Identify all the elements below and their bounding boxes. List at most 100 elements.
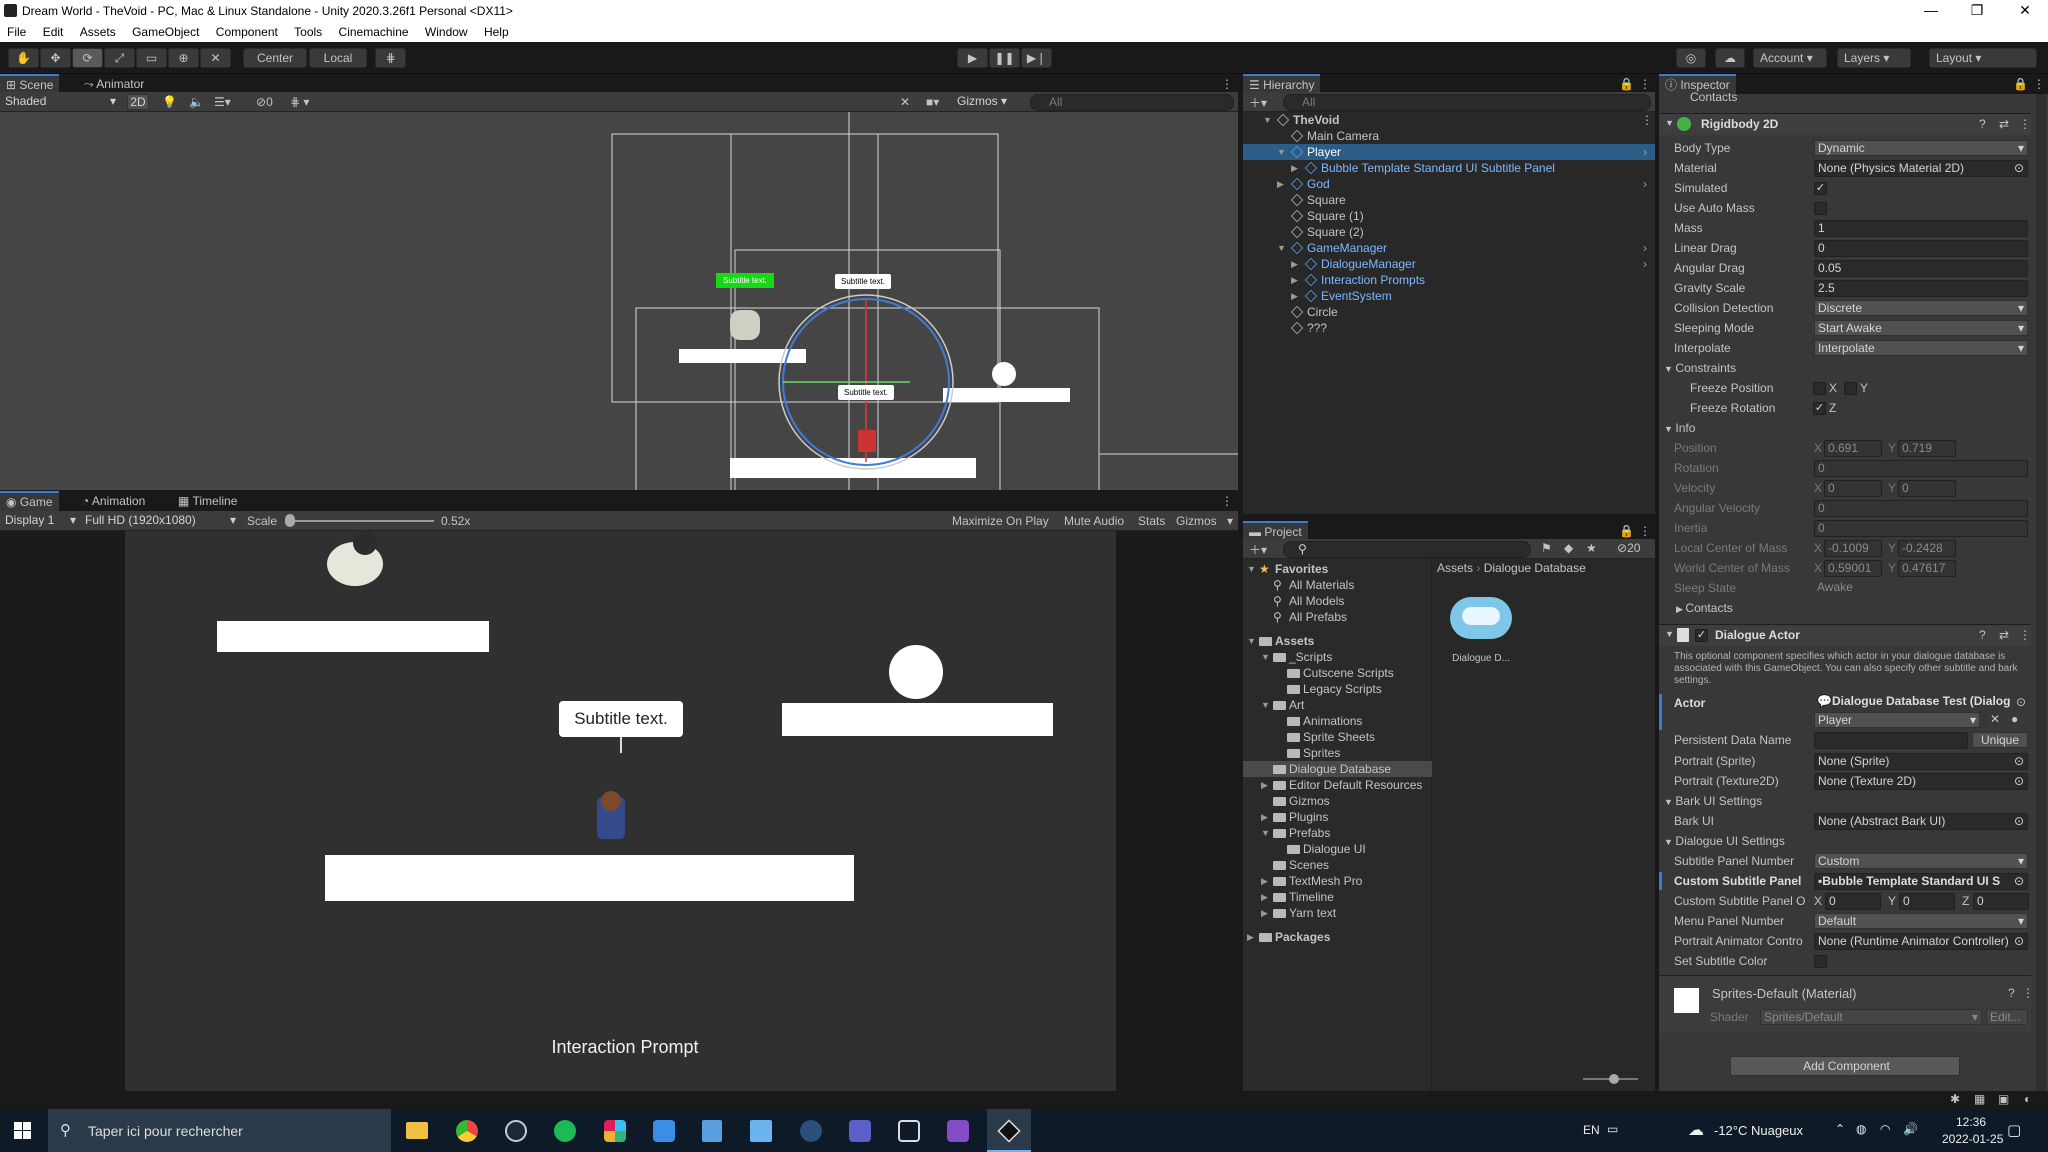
project-tree-item[interactable]: ▶ Plugins: [1243, 809, 1432, 825]
breadcrumb-dialogue-database[interactable]: Dialogue Database: [1484, 561, 1586, 575]
spotify-icon[interactable]: [554, 1120, 576, 1142]
display-dropdown[interactable]: Display 1 ▾: [2, 513, 78, 529]
foldout-expanded-icon[interactable]: ▼: [1263, 112, 1275, 128]
project-menu-icon[interactable]: ⋮: [1633, 521, 1657, 541]
slack-icon[interactable]: [604, 1120, 626, 1142]
weather-text[interactable]: -12°C Nuageux: [1714, 1123, 1803, 1138]
project-search-input[interactable]: ⚲: [1283, 541, 1531, 558]
pivot-local-button[interactable]: Local: [309, 48, 367, 68]
project-tree-item[interactable]: ▼ Assets: [1243, 633, 1432, 649]
actor-clear-icon[interactable]: ✕: [1990, 712, 2000, 726]
preset-icon[interactable]: ⇄: [1999, 628, 2009, 642]
effects-icon[interactable]: ☰▾: [214, 95, 231, 109]
notifications-icon[interactable]: ▢: [2007, 1121, 2021, 1139]
hierarchy-item[interactable]: ▶ Bubble Template Standard UI Subtitle Pa…: [1243, 160, 1655, 176]
project-tree-item[interactable]: Dialogue Database: [1243, 761, 1432, 777]
volume-icon[interactable]: 🔊: [1903, 1122, 1918, 1136]
hierarchy-item[interactable]: Square (2): [1243, 224, 1655, 240]
object-picker-icon[interactable]: ⊙: [2016, 695, 2026, 709]
persistent-data-name-input[interactable]: [1814, 732, 1968, 749]
menu-edit[interactable]: Edit: [30, 22, 64, 39]
stats-button[interactable]: Stats: [1138, 514, 1165, 528]
hierarchy-item[interactable]: ▶ DialogueManager ›: [1243, 256, 1655, 272]
favorite-star-icon[interactable]: ★: [1586, 541, 1597, 555]
steam-icon[interactable]: [505, 1120, 527, 1142]
visual-studio-icon[interactable]: [947, 1120, 969, 1142]
camera-icon[interactable]: ■▾: [926, 95, 939, 109]
foldout-collapsed-icon[interactable]: ▶: [1291, 288, 1303, 304]
scene-viewport[interactable]: Subtitle text. Subtitle text. Subtitle t…: [0, 112, 1238, 490]
foldout-expanded-icon[interactable]: ▼: [1277, 240, 1289, 256]
resolution-dropdown[interactable]: Full HD (1920x1080) ▾: [82, 513, 238, 529]
scene-menu-icon[interactable]: ⋮: [1215, 74, 1239, 94]
hierarchy-item[interactable]: Main Camera: [1243, 128, 1655, 144]
rect-tool-button[interactable]: ▭: [136, 48, 167, 68]
foldout-expanded-icon[interactable]: ▼: [1247, 561, 1259, 577]
custom-subtitle-panel-field[interactable]: ▪Bubble Template Standard UI S ⊙: [1814, 873, 2028, 890]
rigidbody-dropdown[interactable]: Discrete ▾: [1814, 300, 2028, 316]
rigidbody-checkbox[interactable]: [1814, 202, 1827, 215]
hidden-objects-icon[interactable]: ⊘0: [256, 95, 273, 109]
grid-toggle-icon[interactable]: ⋕ ▾: [290, 95, 309, 109]
steam-taskbar-icon[interactable]: [800, 1120, 822, 1142]
collab-button[interactable]: ◎: [1676, 48, 1706, 68]
hierarchy-search-input[interactable]: All: [1283, 94, 1651, 111]
hierarchy-item[interactable]: ▶ EventSystem: [1243, 288, 1655, 304]
project-tree-item[interactable]: ⚲ All Prefabs: [1243, 609, 1432, 625]
object-picker-icon[interactable]: ⊙: [2014, 754, 2024, 769]
menu-tools[interactable]: Tools: [281, 22, 322, 39]
rigidbody-dropdown[interactable]: Dynamic ▾: [1814, 140, 2028, 156]
toggle-2d-button[interactable]: 2D: [127, 94, 149, 110]
portrait-sprite-field[interactable]: None (Sprite) ⊙: [1814, 753, 2028, 770]
object-picker-icon[interactable]: ⊙: [2014, 814, 2024, 829]
add-object-button[interactable]: ＋▾: [1249, 94, 1267, 111]
dialogue-actor-header[interactable]: ▼ ✓ Dialogue Actor ? ⇄ ⋮: [1659, 624, 2031, 646]
rotate-tool-button[interactable]: ⟳: [72, 48, 103, 68]
rigidbody-number-input[interactable]: 1: [1814, 220, 2028, 237]
hidden-packages-icon[interactable]: ⊘20: [1617, 541, 1640, 555]
network-icon[interactable]: ▣: [1998, 1092, 2009, 1106]
account-dropdown[interactable]: Account ▾: [1753, 48, 1827, 68]
shader-edit-button[interactable]: Edit...: [1986, 1009, 2028, 1025]
clock-date[interactable]: 2022-01-25: [1942, 1132, 2003, 1146]
hierarchy-item[interactable]: Circle: [1243, 304, 1655, 320]
foldout-expanded-icon[interactable]: ▼: [1277, 144, 1289, 160]
rigidbody-dropdown[interactable]: Interpolate ▾: [1814, 340, 2028, 356]
object-picker-icon[interactable]: ⊙: [2014, 934, 2024, 949]
foldout-expanded-icon[interactable]: ▼: [1261, 697, 1273, 713]
foldout-collapsed-icon[interactable]: ▶: [1261, 905, 1273, 921]
weather-cloud-icon[interactable]: ☁: [1688, 1120, 1704, 1140]
project-tree-item[interactable]: Legacy Scripts: [1243, 681, 1432, 697]
project-tree-item[interactable]: ▼ _Scripts: [1243, 649, 1432, 665]
game-gizmos-button[interactable]: Gizmos: [1176, 514, 1217, 528]
rigidbody-object-field[interactable]: None (Physics Material 2D) ⊙: [1814, 160, 2028, 177]
project-tree-item[interactable]: ▶ Timeline: [1243, 889, 1432, 905]
project-tree-item[interactable]: Sprites: [1243, 745, 1432, 761]
actor-database-field[interactable]: 💬Dialogue Database Test (Dialog: [1814, 694, 2028, 711]
pause-button[interactable]: ❚❚: [989, 48, 1020, 68]
scene-gizmos-dropdown[interactable]: Gizmos ▾: [954, 94, 1024, 110]
audio-icon[interactable]: 🔈: [189, 95, 204, 109]
project-tree-item[interactable]: Cutscene Scripts: [1243, 665, 1432, 681]
component-menu-icon[interactable]: ⋮: [2019, 628, 2031, 642]
project-tree-item[interactable]: ▼ Art: [1243, 697, 1432, 713]
constraints-foldout[interactable]: ▼ Constraints: [1664, 361, 1736, 375]
hierarchy-item[interactable]: ▼ TheVoid ⋮: [1243, 112, 1655, 128]
scale-tool-button[interactable]: ⤢: [104, 48, 135, 68]
subtitle-panel-number-dropdown[interactable]: Custom ▾: [1814, 853, 2028, 869]
hierarchy-item[interactable]: ▶ God ›: [1243, 176, 1655, 192]
unity-hub-icon[interactable]: [898, 1120, 920, 1142]
foldout-arrow-icon[interactable]: ▼: [1665, 629, 1674, 639]
calculator-icon[interactable]: [702, 1120, 722, 1142]
tab-scene[interactable]: ⊞ Scene: [0, 74, 60, 94]
mute-audio-button[interactable]: Mute Audio: [1064, 514, 1124, 528]
info-foldout[interactable]: ▼ Info: [1664, 421, 1695, 435]
tab-timeline[interactable]: ▦ Timeline: [172, 491, 243, 511]
prefab-open-chevron-icon[interactable]: ›: [1643, 256, 1647, 272]
menu-file[interactable]: File: [0, 22, 26, 39]
component-menu-icon[interactable]: ⋮: [2022, 986, 2034, 1000]
pivot-center-button[interactable]: Center: [243, 48, 307, 68]
project-tree-item[interactable]: Sprite Sheets: [1243, 729, 1432, 745]
project-tree-item[interactable]: ▶ Editor Default Resources: [1243, 777, 1432, 793]
minimize-button[interactable]: —: [1908, 0, 1954, 22]
